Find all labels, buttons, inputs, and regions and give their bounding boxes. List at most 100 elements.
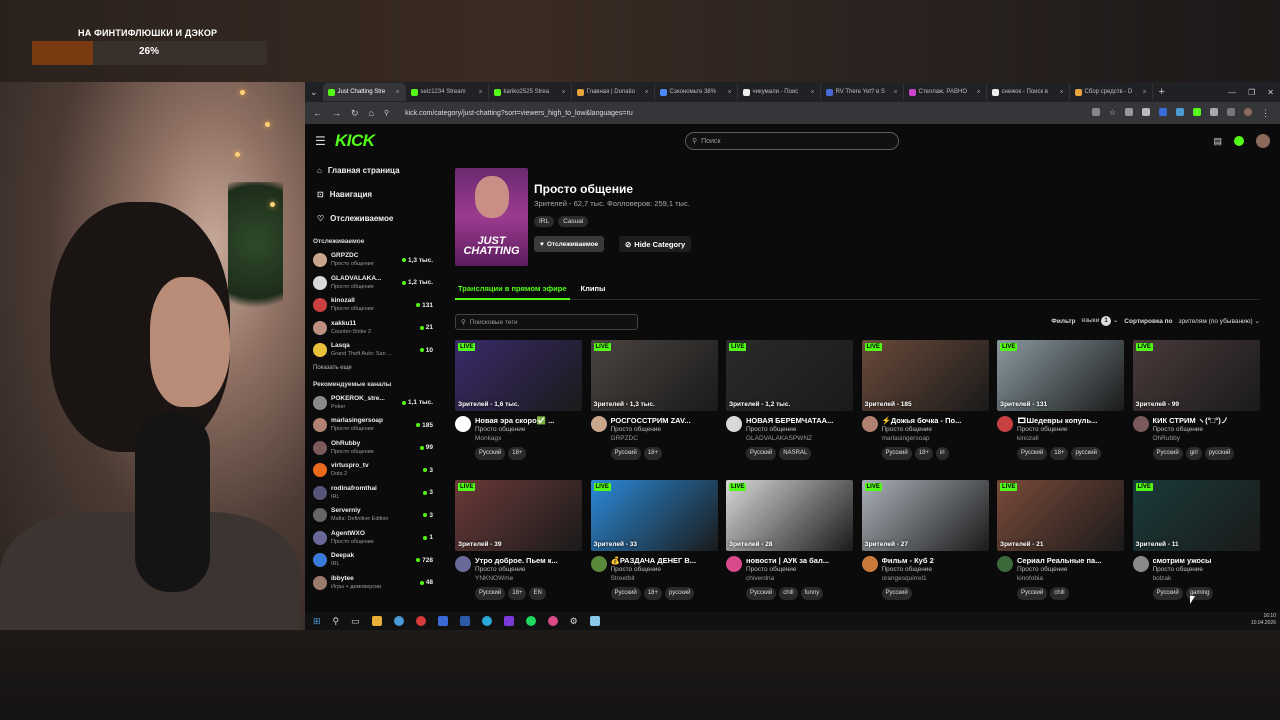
stream-thumbnail[interactable]: LIVE Зрителей - 185 (861, 340, 989, 411)
tab-close-icon[interactable]: × (976, 89, 980, 96)
obs-icon[interactable] (415, 616, 426, 626)
tab-close-icon[interactable]: × (893, 89, 897, 96)
stream-card[interactable]: LIVE Зрителей - 1,6 тыс. Новая эра скоро✅ … (455, 340, 582, 473)
stream-category[interactable]: Просто общение (1017, 565, 1121, 574)
browser-tab[interactable]: seiz1234 Stream × (406, 83, 489, 101)
app-icon[interactable] (503, 616, 514, 626)
translate-icon[interactable] (1091, 107, 1100, 116)
app-icon[interactable] (547, 616, 558, 626)
extension-icon[interactable] (1142, 107, 1150, 116)
channel-avatar[interactable] (726, 556, 742, 572)
puzzle-icon[interactable] (1210, 107, 1218, 116)
stream-tag[interactable]: funny (800, 587, 824, 600)
stream-title[interactable]: смотрим ужосы (1153, 556, 1257, 565)
stream-tag[interactable]: EN (529, 587, 546, 600)
stream-category[interactable]: Просто общение (882, 425, 986, 434)
browser-tab[interactable]: снежок - Поиск в × (987, 83, 1070, 101)
chrome-icon[interactable] (393, 616, 404, 626)
tab-close-icon[interactable]: × (561, 89, 565, 96)
stream-title[interactable]: 🎞Шедевры копуль... (1017, 416, 1121, 425)
stream-category[interactable]: Просто общение (475, 565, 579, 574)
category-tag[interactable]: IRL (534, 216, 555, 227)
stream-title[interactable]: ⚡Дожья бочка - По... (882, 416, 986, 425)
url-field[interactable]: kick.com/category/just-chatting?sort=vie… (405, 110, 633, 117)
stream-title[interactable]: Утро доброе. Пьем к... (475, 556, 579, 565)
browser-tab[interactable]: Just Chatting Stre × (322, 83, 406, 101)
kick-status-icon[interactable] (1234, 136, 1244, 146)
stream-tag[interactable]: 18+ (914, 447, 933, 460)
stream-thumbnail[interactable]: LIVE Зрителей - 131 (997, 340, 1124, 411)
stream-thumbnail[interactable]: LIVE Зрителей - 11 (1132, 480, 1260, 551)
channel-name[interactable]: bolzak (1153, 574, 1257, 583)
channel-avatar[interactable] (455, 416, 471, 432)
channel-avatar[interactable] (997, 416, 1013, 432)
channel-name[interactable]: YNKNOWme (475, 574, 579, 583)
browser-tab[interactable]: Сбор средств - D × (1070, 83, 1153, 101)
stream-tag[interactable]: Русский (610, 587, 641, 600)
channel-name[interactable]: OhRubby (1153, 434, 1257, 443)
tab-close-icon[interactable]: × (478, 89, 482, 96)
channel-item[interactable]: Serverniy Mafia: Definitive Edition 3 (305, 504, 435, 527)
file-explorer-icon[interactable] (371, 616, 382, 626)
new-tab-button[interactable]: + (1153, 86, 1171, 98)
stream-card[interactable]: LIVE Зрителей - 39 Утро доброе. Пьем к... П… (455, 480, 582, 613)
channel-name[interactable]: marlasingersoap (882, 434, 986, 443)
stream-thumbnail[interactable]: LIVE Зрителей - 99 (1132, 340, 1260, 411)
stream-tag[interactable]: Русский (1017, 447, 1048, 460)
channel-item[interactable]: xakku11 Counter-Strike 2 21 (305, 317, 435, 340)
spotify-icon[interactable] (525, 616, 536, 626)
stream-thumbnail[interactable]: LIVE Зрителей - 33 (590, 480, 718, 551)
channel-item[interactable]: marlasingersoap Просто общение 185 (305, 414, 435, 437)
reload-icon[interactable]: ↻ (351, 108, 359, 119)
channel-avatar[interactable] (455, 556, 471, 572)
stream-tag[interactable]: Русский (1017, 587, 1048, 600)
browser-tab[interactable]: kariko2525 Strea × (489, 83, 572, 101)
stream-card[interactable]: LIVE Зрителей - 185 ⚡Дожья бочка - По... Пр… (861, 340, 989, 473)
channel-name[interactable]: kinofobia (1017, 574, 1121, 583)
profile-icon[interactable] (1244, 107, 1252, 116)
stream-title[interactable]: Сериал Реальные па... (1017, 556, 1121, 565)
stream-title[interactable]: новости | АУК за бал... (746, 556, 850, 565)
sidebar-item[interactable]: ⌂ Главная страница (305, 158, 435, 182)
extension-icon[interactable] (1125, 107, 1133, 116)
menu-icon[interactable]: ☰ (315, 134, 326, 148)
follow-button[interactable]: ♥ Отслеживаемое (534, 236, 605, 252)
channel-item[interactable]: GLADVALAKA... Просто общение 1,2 тыс. (305, 272, 435, 295)
tab-close-icon[interactable]: × (810, 89, 814, 96)
channel-avatar[interactable] (1132, 556, 1149, 572)
stream-tag[interactable]: 18+ (1050, 447, 1069, 460)
category-tag[interactable]: Casual (558, 216, 589, 227)
extension-icon[interactable] (1176, 107, 1184, 116)
stream-tag[interactable]: Русский (475, 447, 506, 460)
sidebar-item[interactable]: ♡ Отслеживаемое (305, 206, 435, 230)
channel-name[interactable]: chiverdna (746, 574, 850, 583)
channel-name[interactable]: Streetbit (611, 574, 715, 583)
stream-card[interactable]: LIVE Зрителей - 11 смотрим ужосы Просто общ… (1132, 480, 1260, 613)
user-avatar[interactable] (1256, 134, 1270, 148)
stream-card[interactable]: LIVE Зрителей - 99 КИК СТРИМ ヽ(°□°)ノ Просто… (1132, 340, 1260, 473)
channel-item[interactable]: rodinafromthai IRL 3 (305, 482, 435, 505)
stream-tag[interactable]: русский (664, 587, 695, 600)
stream-tag[interactable]: Русский (881, 587, 912, 600)
stream-category[interactable]: Просто общение (475, 425, 579, 434)
minimize-icon[interactable]: — (1228, 88, 1236, 97)
browser-tab[interactable]: RV There Yet? в S × (821, 83, 904, 101)
settings-icon[interactable]: ⚙ (570, 616, 578, 627)
stream-thumbnail[interactable]: LIVE Зрителей - 1,2 тыс. (726, 340, 853, 411)
stream-tag[interactable]: NASRAL (779, 447, 812, 460)
stream-thumbnail[interactable]: LIVE Зрителей - 1,3 тыс. (590, 340, 718, 411)
channel-avatar[interactable] (590, 416, 607, 432)
stream-card[interactable]: LIVE Зрителей - 27 Фильм - Куб 2 Просто общ… (861, 480, 989, 613)
channel-avatar[interactable] (1132, 416, 1149, 432)
stream-tag[interactable]: chill (1050, 587, 1069, 600)
forward-icon[interactable]: → (332, 108, 341, 118)
stream-title[interactable]: КИК СТРИМ ヽ(°□°)ノ (1153, 416, 1257, 425)
stream-thumbnail[interactable]: LIVE Зрителей - 1,6 тыс. (455, 340, 582, 411)
channel-item[interactable]: virtuspro_tv Dota 2 3 (305, 459, 435, 482)
site-info-icon[interactable]: ⚲ (384, 109, 389, 117)
stream-card[interactable]: LIVE Зрителей - 1,2 тыс. НОВАЯ БЕРЕМЧАТАА.… (726, 340, 853, 473)
stream-title[interactable]: 💰РАЗДАЧА ДЕНЕГ В... (611, 556, 715, 565)
channel-item[interactable]: kinozall Просто общение 131 (305, 294, 435, 317)
hide-category-button[interactable]: ⊘ Hide Category (619, 236, 692, 252)
stream-category[interactable]: Просто общение (1153, 425, 1257, 434)
